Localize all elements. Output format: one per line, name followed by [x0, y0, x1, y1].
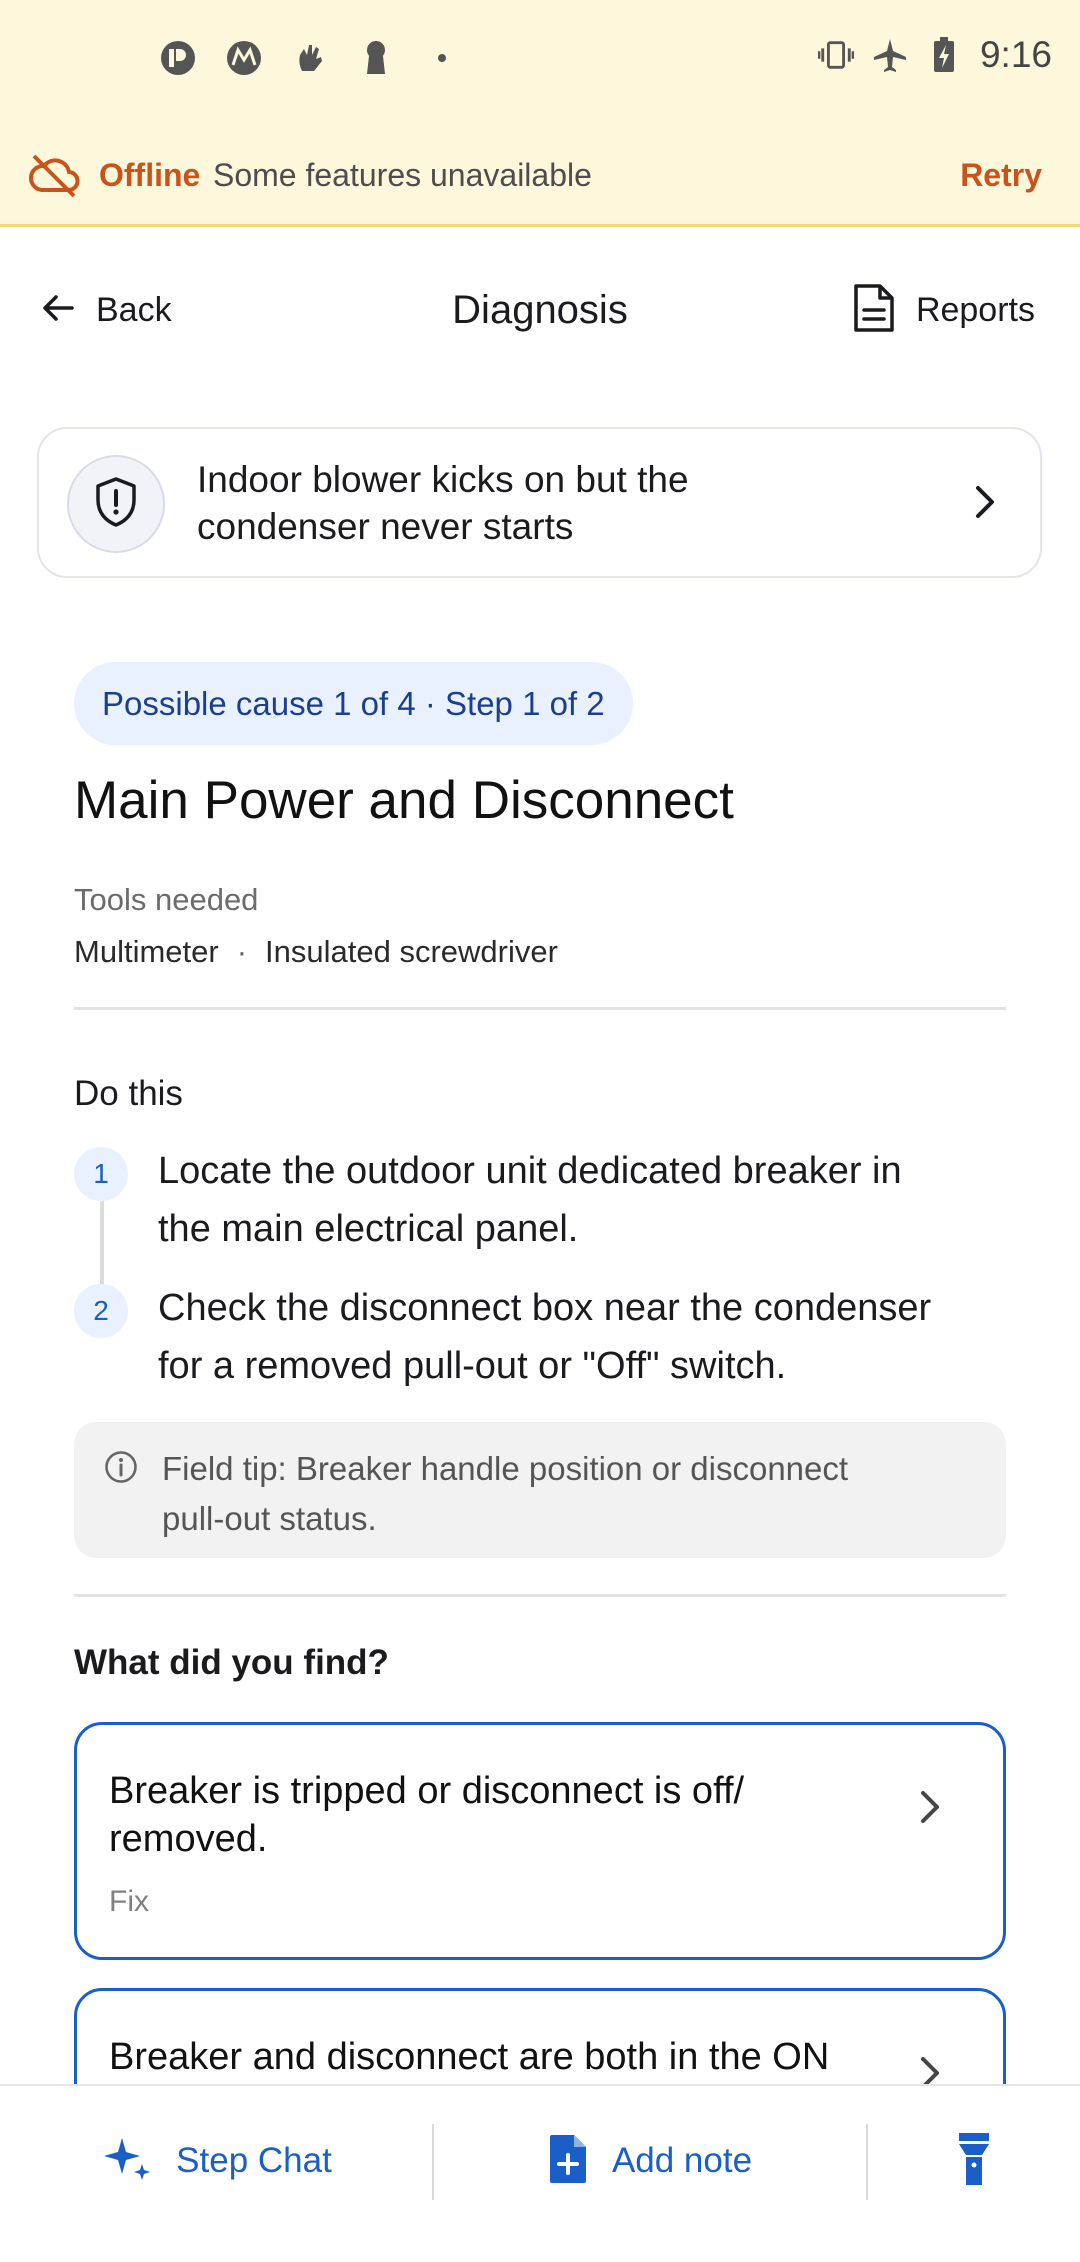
finding-option-line: Breaker is tripped or disconnect is off/ — [109, 1770, 745, 1812]
field-tip-line: pull-out status. — [162, 1500, 377, 1537]
keyhole-icon — [358, 40, 394, 76]
tools-separator: · — [236, 934, 248, 969]
shield-badge — [67, 455, 165, 553]
offline-label: Offline — [99, 157, 201, 193]
tools-list: Multimeter · Insulated screwdriver — [74, 934, 558, 970]
cause-heading: Main Power and Disconnect — [74, 771, 734, 830]
finding-option-line: Breaker and disconnect are both in the O… — [109, 2036, 830, 2078]
symptom-line-1: Indoor blower kicks on but the — [197, 459, 689, 500]
retry-button[interactable]: Retry — [960, 157, 1042, 194]
step-line: Check the disconnect box near the conden… — [158, 1287, 932, 1329]
chevron-right-icon — [917, 1787, 943, 1832]
battery-charging-icon — [926, 37, 962, 73]
finding-option-line: removed. — [109, 1818, 268, 1860]
divider — [74, 1007, 1006, 1010]
cloud-off-icon — [28, 152, 80, 200]
step-connector — [100, 1200, 104, 1290]
offline-banner: Offline Some features unavailable Retry — [0, 140, 1080, 210]
flashlight-button[interactable] — [868, 2086, 1080, 2236]
symptom-card[interactable]: Indoor blower kicks on but the condenser… — [37, 427, 1042, 578]
note-add-icon — [548, 2133, 590, 2190]
progress-pill: Possible cause 1 of 4 · Step 1 of 2 — [74, 662, 633, 745]
tool-item: Multimeter — [74, 934, 219, 969]
tools-label: Tools needed — [74, 882, 259, 917]
motorola-icon — [226, 40, 262, 76]
reports-button[interactable]: Reports — [852, 282, 1035, 339]
finding-option-tag: Fix — [109, 1885, 149, 1918]
bottom-action-bar: Step Chat Add note — [0, 2084, 1080, 2262]
do-this-label: Do this — [74, 1074, 183, 1113]
notification-icons — [160, 40, 460, 76]
vibrate-icon — [817, 37, 854, 73]
finding-option-text: Breaker is tripped or disconnect is off/… — [109, 1767, 889, 1863]
step-text: Check the disconnect box near the conden… — [158, 1279, 1008, 1395]
chevron-right-icon — [972, 482, 998, 527]
step-number: 1 — [74, 1147, 128, 1201]
divider — [74, 1594, 1006, 1597]
symptom-title: Indoor blower kicks on but the condenser… — [197, 456, 897, 550]
reports-label: Reports — [915, 291, 1035, 329]
sparkle-icon — [100, 2132, 154, 2191]
step-chat-button[interactable]: Step Chat — [0, 2086, 432, 2236]
findings-label: What did you find? — [74, 1643, 389, 1682]
symptom-line-2: condenser never starts — [197, 506, 574, 547]
step-line: Locate the outdoor unit dedicated breake… — [158, 1150, 902, 1192]
add-note-button[interactable]: Add note — [434, 2086, 866, 2236]
flashlight-icon — [957, 2131, 991, 2192]
app-header: Back Diagnosis Reports — [0, 280, 1080, 350]
status-bar: 9:16 — [0, 0, 1080, 122]
step-line: the main electrical panel. — [158, 1208, 579, 1250]
step-number: 2 — [74, 1284, 128, 1338]
info-icon — [104, 1450, 138, 1489]
airplane-icon — [872, 37, 908, 73]
finding-option[interactable]: Breaker is tripped or disconnect is off/… — [74, 1722, 1006, 1960]
step-chat-label: Step Chat — [176, 2141, 332, 2180]
system-icons: 9:16 — [817, 34, 1052, 76]
shield-alert-icon — [93, 476, 139, 533]
dot-icon — [424, 40, 460, 76]
add-note-label: Add note — [611, 2141, 753, 2180]
field-tip-text: Field tip: Breaker handle position or di… — [162, 1444, 972, 1544]
step-line: for a removed pull-out or "Off" switch. — [158, 1345, 787, 1387]
field-tip-line: Field tip: Breaker handle position or di… — [162, 1450, 849, 1487]
hand-icon — [292, 40, 328, 76]
p-app-icon — [160, 40, 196, 76]
top-banner-zone: 9:16 Offline Some features unavailable R… — [0, 0, 1080, 227]
clock: 9:16 — [979, 34, 1052, 75]
finding-option-text: Breaker and disconnect are both in the O… — [109, 2033, 889, 2081]
step-text: Locate the outdoor unit dedicated breake… — [158, 1142, 1008, 1258]
document-icon — [852, 282, 896, 339]
tool-item: Insulated screwdriver — [265, 934, 558, 969]
field-tip: Field tip: Breaker handle position or di… — [74, 1422, 1006, 1558]
offline-message: Some features unavailable — [213, 157, 592, 193]
